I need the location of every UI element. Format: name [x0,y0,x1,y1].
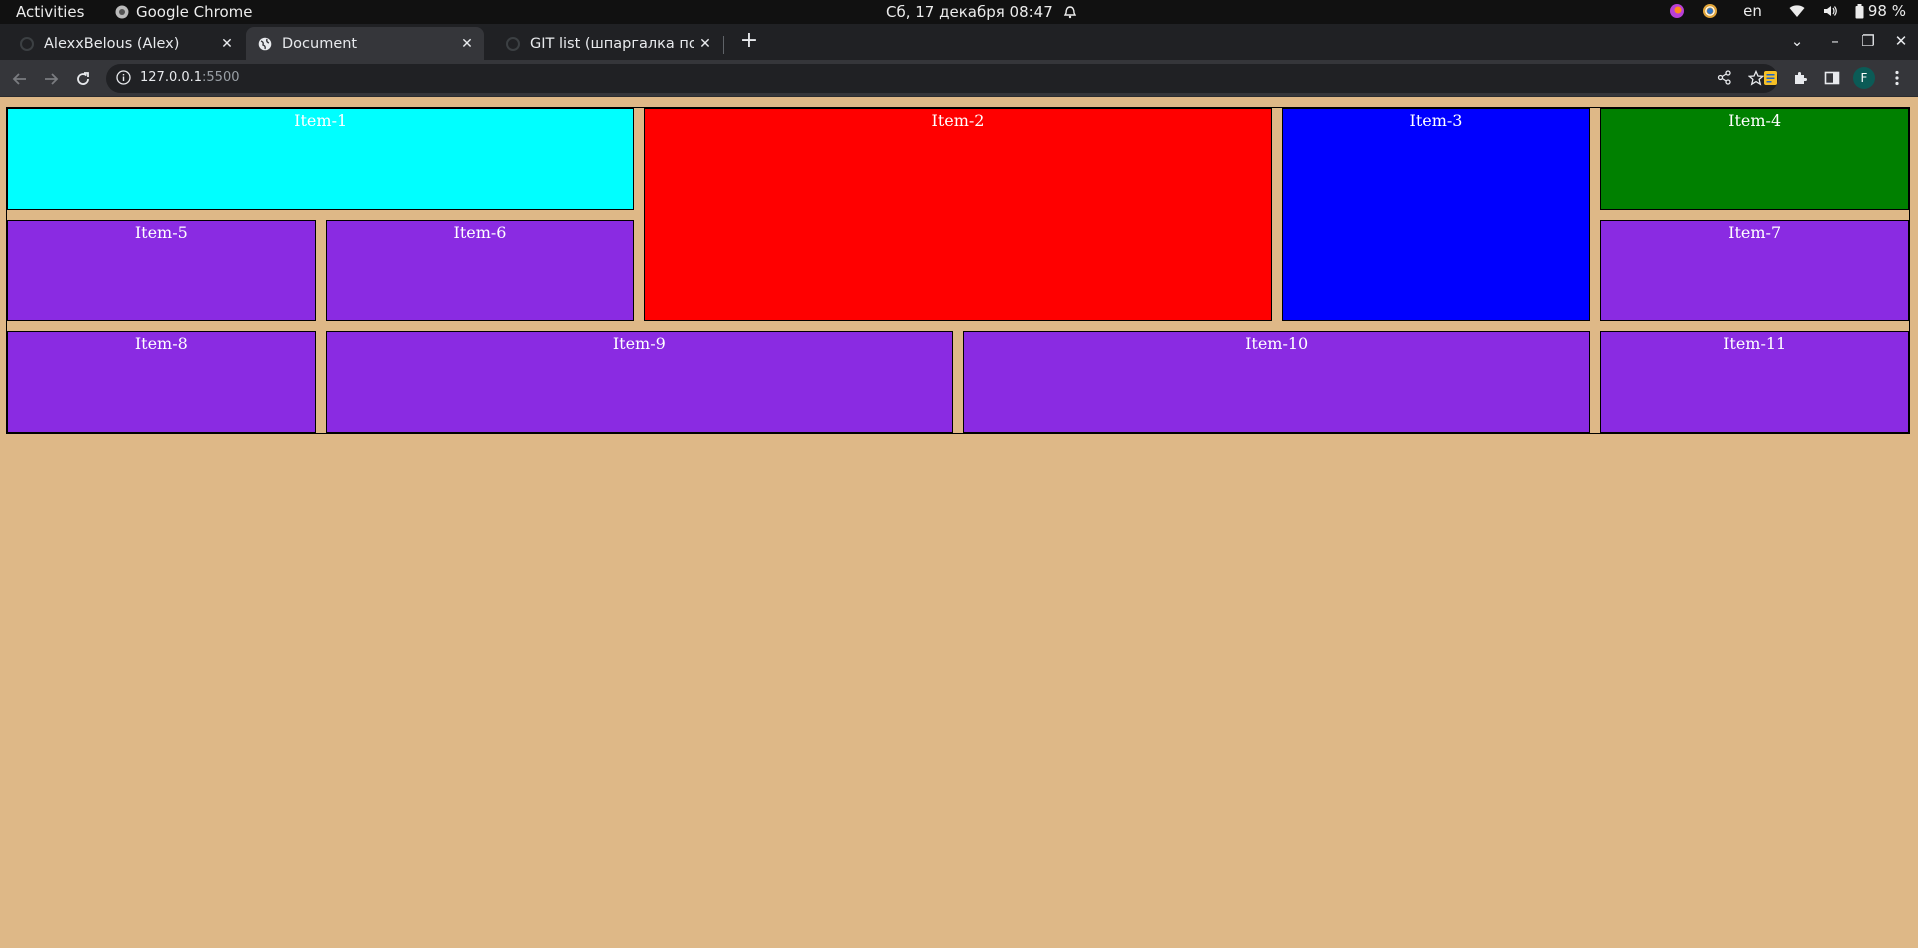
url-port: :5500 [202,70,240,85]
alarm-icon [1063,6,1076,19]
grid-item-8: Item-8 [7,331,316,433]
grid-item-11: Item-11 [1600,331,1909,433]
loading-icon [20,36,34,51]
profile-initial: F [1853,67,1875,89]
activities-button[interactable]: Activities [16,3,84,21]
extension-notes-icon[interactable] [1759,67,1781,89]
profile-avatar[interactable]: F [1853,67,1875,89]
date-time: Сб, 17 декабря 08:47 [886,3,1053,21]
grid-item-4: Item-4 [1600,108,1909,210]
grid-item-6: Item-6 [325,219,635,322]
grid-container: Item-1 Item-2 Item-3 Item-4 Item-5 Item-… [6,107,1910,434]
app-menu[interactable]: Google Chrome [115,3,253,21]
url-host: 127.0.0.1 [140,70,203,85]
restore-button[interactable]: ❐ [1855,28,1881,54]
tab-title: AlexxBelous (Alex) [44,35,180,52]
chrome-icon [115,5,129,19]
share-icon[interactable] [1717,70,1732,89]
side-panel-icon[interactable] [1821,67,1843,89]
site-info-icon[interactable] [116,70,131,89]
system-top-bar: Activities Google Chrome Сб, 17 декабря … [0,0,1918,24]
back-button[interactable] [7,66,33,92]
tab-strip: AlexxBelous (Alex) ✕ Document ✕ GIT list… [0,24,1918,60]
globe-icon [258,37,272,51]
app-name: Google Chrome [136,3,253,21]
grid-item-7: Item-7 [1600,219,1909,322]
close-tab-icon[interactable]: ✕ [694,36,716,52]
wifi-icon[interactable] [1789,4,1805,18]
forward-arrow-icon [45,73,59,85]
reload-icon [77,72,89,85]
address-bar[interactable]: 127.0.0.1:5500 [106,64,1778,93]
url-text[interactable]: 127.0.0.1:5500 [140,70,240,85]
battery-icon [1855,3,1864,18]
volume-icon[interactable] [1822,4,1838,18]
tab-git-list[interactable]: GIT list (шпаргалка по git ✕ [486,27,722,60]
system-tray[interactable]: en 98 % [1669,2,1906,20]
grid-item-3: Item-3 [1281,108,1591,322]
battery-percent: 98 % [1867,2,1906,20]
chrome-tray-icon[interactable] [1702,3,1718,19]
tab-title: GIT list (шпаргалка по git [530,35,694,52]
grid-item-10: Item-10 [962,331,1591,433]
tab-separator [723,36,724,54]
clock[interactable]: Сб, 17 декабря 08:47 [886,3,1077,21]
grid-item-5: Item-5 [7,219,316,322]
battery-status[interactable]: 98 % [1855,2,1906,20]
grid-item-2: Item-2 [644,108,1272,322]
minimize-button[interactable]: – [1822,28,1848,54]
loading-icon [506,36,520,51]
grid-item-9: Item-9 [325,331,953,433]
tab-document[interactable]: Document ✕ [246,27,484,60]
reload-button[interactable] [70,66,96,92]
tab-title: Document [282,35,358,52]
page-viewport: Item-1 Item-2 Item-3 Item-4 Item-5 Item-… [0,98,1918,948]
browser-toolbar: 127.0.0.1:5500 F [0,60,1918,97]
new-tab-button[interactable]: + [737,29,761,53]
extensions-puzzle-icon[interactable] [1789,67,1811,89]
close-tab-icon[interactable]: ✕ [456,36,478,52]
tab-alexxbelous[interactable]: AlexxBelous (Alex) ✕ [0,27,244,60]
firefox-tray-icon[interactable] [1669,3,1685,19]
forward-button[interactable] [38,66,64,92]
chrome-menu-icon[interactable] [1886,67,1908,89]
close-tab-icon[interactable]: ✕ [216,36,238,52]
grid-item-1: Item-1 [7,108,635,210]
close-window-button[interactable]: ✕ [1888,28,1914,54]
language-indicator[interactable]: en [1743,2,1762,20]
tab-search-icon[interactable]: ⌄ [1784,28,1810,54]
back-arrow-icon [12,73,26,85]
